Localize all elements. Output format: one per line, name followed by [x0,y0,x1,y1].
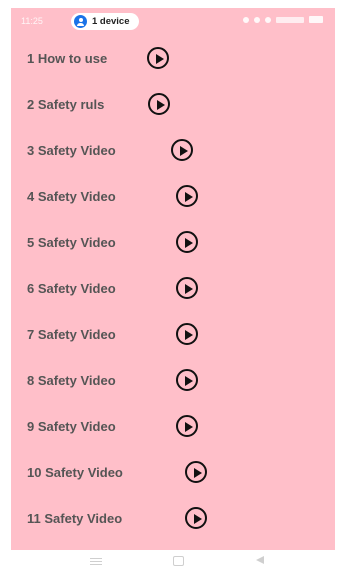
device-label: 1 device [92,16,130,27]
list-item-label: 1 How to use [27,50,108,66]
signal-icon [276,16,304,23]
list-item-6[interactable]: 6 Safety Video [27,276,198,300]
list-item-5[interactable]: 5 Safety Video [27,230,198,254]
list-item-10[interactable]: 10 Safety Video [27,460,207,484]
wifi-icon [265,16,271,23]
play-icon[interactable] [176,323,198,345]
list-item-9[interactable]: 9 Safety Video [27,414,198,438]
list-item-8[interactable]: 8 Safety Video [27,368,198,392]
location-icon [254,16,260,23]
play-icon[interactable] [185,507,207,529]
system-nav-bar [0,552,339,569]
play-icon[interactable] [171,139,193,161]
list-item-4[interactable]: 4 Safety Video [27,184,198,208]
list-item-3[interactable]: 3 Safety Video [27,138,193,162]
list-item-label: 11 Safety Video [27,510,123,526]
device-indicator[interactable]: 1 device [71,13,139,30]
play-icon[interactable] [176,277,198,299]
list-item-7[interactable]: 7 Safety Video [27,322,198,346]
list-item-label: 10 Safety Video [27,464,123,480]
play-icon[interactable] [185,461,207,483]
list-item-label: 6 Safety Video [27,280,116,296]
play-icon[interactable] [176,369,198,391]
list-item-label: 9 Safety Video [27,418,116,434]
alarm-icon [243,16,249,23]
play-icon[interactable] [176,231,198,253]
play-icon[interactable] [148,93,170,115]
play-icon[interactable] [147,47,169,69]
list-item-label: 2 Safety ruls [27,96,105,112]
status-bar: 11:25 1 device [11,8,335,34]
account-icon [74,15,87,28]
status-time: 11:25 [21,16,43,26]
play-icon[interactable] [176,415,198,437]
app-screen: 11:25 1 device 1 How to use 2 Safety rul… [11,8,335,550]
battery-icon [309,16,323,23]
list-item-label: 5 Safety Video [27,234,116,250]
play-icon[interactable] [176,185,198,207]
list-item-1[interactable]: 1 How to use [27,46,169,70]
list-item-label: 8 Safety Video [27,372,116,388]
list-item-label: 3 Safety Video [27,142,116,158]
home-icon[interactable] [173,556,184,566]
menu-icon[interactable] [90,556,102,567]
list-item-label: 7 Safety Video [27,326,116,342]
list-item-11[interactable]: 11 Safety Video [27,506,207,530]
list-item-2[interactable]: 2 Safety ruls [27,92,170,116]
list-item-label: 4 Safety Video [27,188,116,204]
status-icons [243,16,323,23]
back-icon[interactable] [256,556,264,564]
